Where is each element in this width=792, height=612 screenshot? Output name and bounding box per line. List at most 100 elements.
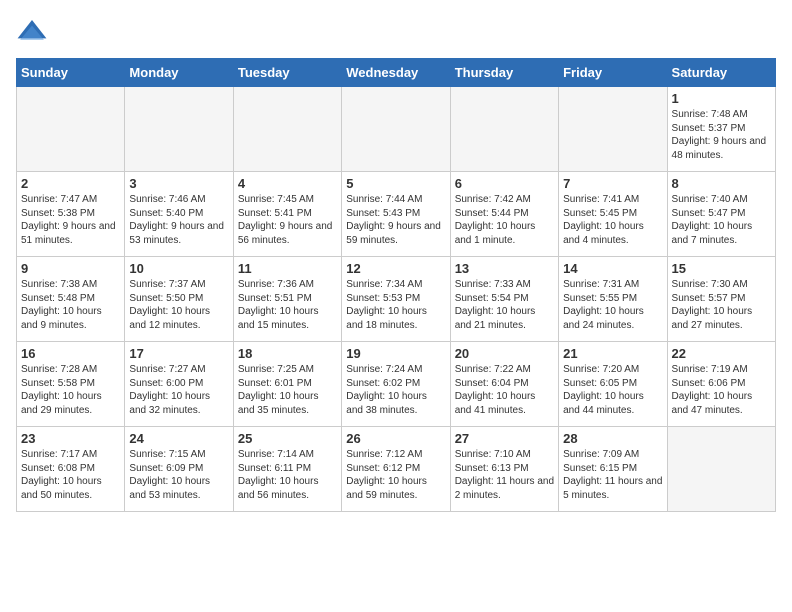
day-number: 27 bbox=[455, 431, 554, 446]
day-info: Sunrise: 7:14 AM Sunset: 6:11 PM Dayligh… bbox=[238, 448, 337, 502]
calendar-cell bbox=[559, 87, 667, 172]
day-number: 3 bbox=[129, 176, 228, 191]
calendar-cell: 21 Sunrise: 7:20 AM Sunset: 6:05 PM Dayli… bbox=[559, 342, 667, 427]
day-number: 11 bbox=[238, 261, 337, 276]
calendar-body: 1 Sunrise: 7:48 AM Sunset: 5:37 PM Daylig… bbox=[17, 87, 776, 512]
calendar-cell: 27 Sunrise: 7:10 AM Sunset: 6:13 PM Dayli… bbox=[450, 427, 558, 512]
calendar-cell bbox=[17, 87, 125, 172]
calendar-cell: 4 Sunrise: 7:45 AM Sunset: 5:41 PM Daylig… bbox=[233, 172, 341, 257]
calendar-cell: 22Sunrise: 7:19 AM Sunset: 6:06 PM Dayli… bbox=[667, 342, 775, 427]
week-row-4: 16 Sunrise: 7:28 AM Sunset: 5:58 PM Dayli… bbox=[17, 342, 776, 427]
day-info: Sunrise: 7:34 AM Sunset: 5:53 PM Dayligh… bbox=[346, 278, 445, 332]
logo bbox=[16, 16, 52, 48]
day-info: Sunrise: 7:48 AM Sunset: 5:37 PM Dayligh… bbox=[672, 108, 771, 162]
week-row-1: 1 Sunrise: 7:48 AM Sunset: 5:37 PM Daylig… bbox=[17, 87, 776, 172]
day-number: 16 bbox=[21, 346, 120, 361]
calendar-cell: 18 Sunrise: 7:25 AM Sunset: 6:01 PM Dayli… bbox=[233, 342, 341, 427]
calendar-cell: 15 Sunrise: 7:30 AM Sunset: 5:57 PM Dayli… bbox=[667, 257, 775, 342]
day-number: 10 bbox=[129, 261, 228, 276]
day-info: Sunrise: 7:36 AM Sunset: 5:51 PM Dayligh… bbox=[238, 278, 337, 332]
day-number: 12 bbox=[346, 261, 445, 276]
day-header-row: SundayMondayTuesdayWednesdayThursdayFrid… bbox=[17, 59, 776, 87]
day-info: Sunrise: 7:24 AM Sunset: 6:02 PM Dayligh… bbox=[346, 363, 445, 417]
week-row-2: 2Sunrise: 7:47 AM Sunset: 5:38 PM Daylig… bbox=[17, 172, 776, 257]
day-of-week-saturday: Saturday bbox=[667, 59, 775, 87]
day-info: Sunrise: 7:28 AM Sunset: 5:58 PM Dayligh… bbox=[21, 363, 120, 417]
day-info: Sunrise: 7:09 AM Sunset: 6:15 PM Dayligh… bbox=[563, 448, 662, 502]
day-info: Sunrise: 7:20 AM Sunset: 6:05 PM Dayligh… bbox=[563, 363, 662, 417]
day-info: Sunrise: 7:45 AM Sunset: 5:41 PM Dayligh… bbox=[238, 193, 337, 247]
day-info: Sunrise: 7:37 AM Sunset: 5:50 PM Dayligh… bbox=[129, 278, 228, 332]
day-number: 18 bbox=[238, 346, 337, 361]
day-number: 28 bbox=[563, 431, 662, 446]
day-info: Sunrise: 7:38 AM Sunset: 5:48 PM Dayligh… bbox=[21, 278, 120, 332]
day-number: 21 bbox=[563, 346, 662, 361]
calendar-cell: 6 Sunrise: 7:42 AM Sunset: 5:44 PM Daylig… bbox=[450, 172, 558, 257]
day-info: Sunrise: 7:42 AM Sunset: 5:44 PM Dayligh… bbox=[455, 193, 554, 247]
calendar-cell: 11 Sunrise: 7:36 AM Sunset: 5:51 PM Dayli… bbox=[233, 257, 341, 342]
calendar-cell: 17 Sunrise: 7:27 AM Sunset: 6:00 PM Dayli… bbox=[125, 342, 233, 427]
day-info: Sunrise: 7:12 AM Sunset: 6:12 PM Dayligh… bbox=[346, 448, 445, 502]
calendar: SundayMondayTuesdayWednesdayThursdayFrid… bbox=[16, 58, 776, 512]
calendar-cell bbox=[450, 87, 558, 172]
day-info: Sunrise: 7:33 AM Sunset: 5:54 PM Dayligh… bbox=[455, 278, 554, 332]
day-number: 7 bbox=[563, 176, 662, 191]
calendar-cell: 13 Sunrise: 7:33 AM Sunset: 5:54 PM Dayli… bbox=[450, 257, 558, 342]
day-of-week-sunday: Sunday bbox=[17, 59, 125, 87]
day-of-week-wednesday: Wednesday bbox=[342, 59, 450, 87]
day-number: 2 bbox=[21, 176, 120, 191]
calendar-cell bbox=[125, 87, 233, 172]
calendar-cell: 7 Sunrise: 7:41 AM Sunset: 5:45 PM Daylig… bbox=[559, 172, 667, 257]
day-info: Sunrise: 7:15 AM Sunset: 6:09 PM Dayligh… bbox=[129, 448, 228, 502]
calendar-cell: 8 Sunrise: 7:40 AM Sunset: 5:47 PM Daylig… bbox=[667, 172, 775, 257]
day-info: Sunrise: 7:27 AM Sunset: 6:00 PM Dayligh… bbox=[129, 363, 228, 417]
day-number: 20 bbox=[455, 346, 554, 361]
day-info: Sunrise: 7:25 AM Sunset: 6:01 PM Dayligh… bbox=[238, 363, 337, 417]
day-of-week-thursday: Thursday bbox=[450, 59, 558, 87]
day-number: 4 bbox=[238, 176, 337, 191]
day-number: 17 bbox=[129, 346, 228, 361]
day-number: 6 bbox=[455, 176, 554, 191]
day-info: Sunrise: 7:10 AM Sunset: 6:13 PM Dayligh… bbox=[455, 448, 554, 502]
day-info: Sunrise: 7:17 AM Sunset: 6:08 PM Dayligh… bbox=[21, 448, 120, 502]
day-of-week-friday: Friday bbox=[559, 59, 667, 87]
day-info: Sunrise: 7:31 AM Sunset: 5:55 PM Dayligh… bbox=[563, 278, 662, 332]
day-of-week-tuesday: Tuesday bbox=[233, 59, 341, 87]
calendar-cell: 25 Sunrise: 7:14 AM Sunset: 6:11 PM Dayli… bbox=[233, 427, 341, 512]
day-number: 8 bbox=[672, 176, 771, 191]
day-number: 5 bbox=[346, 176, 445, 191]
day-info: Sunrise: 7:44 AM Sunset: 5:43 PM Dayligh… bbox=[346, 193, 445, 247]
day-number: 25 bbox=[238, 431, 337, 446]
calendar-cell: 23 Sunrise: 7:17 AM Sunset: 6:08 PM Dayli… bbox=[17, 427, 125, 512]
header bbox=[16, 16, 776, 48]
day-number: 23 bbox=[21, 431, 120, 446]
day-number: 19 bbox=[346, 346, 445, 361]
calendar-cell: 10 Sunrise: 7:37 AM Sunset: 5:50 PM Dayli… bbox=[125, 257, 233, 342]
day-number: 26 bbox=[346, 431, 445, 446]
day-info: Sunrise: 7:40 AM Sunset: 5:47 PM Dayligh… bbox=[672, 193, 771, 247]
calendar-cell: 12 Sunrise: 7:34 AM Sunset: 5:53 PM Dayli… bbox=[342, 257, 450, 342]
calendar-cell: 9 Sunrise: 7:38 AM Sunset: 5:48 PM Daylig… bbox=[17, 257, 125, 342]
day-number: 13 bbox=[455, 261, 554, 276]
calendar-cell: 5 Sunrise: 7:44 AM Sunset: 5:43 PM Daylig… bbox=[342, 172, 450, 257]
day-info: Sunrise: 7:46 AM Sunset: 5:40 PM Dayligh… bbox=[129, 193, 228, 247]
day-number: 22 bbox=[672, 346, 771, 361]
calendar-cell bbox=[233, 87, 341, 172]
calendar-cell: 19 Sunrise: 7:24 AM Sunset: 6:02 PM Dayli… bbox=[342, 342, 450, 427]
calendar-cell: 20 Sunrise: 7:22 AM Sunset: 6:04 PM Dayli… bbox=[450, 342, 558, 427]
calendar-cell: 16 Sunrise: 7:28 AM Sunset: 5:58 PM Dayli… bbox=[17, 342, 125, 427]
logo-icon bbox=[16, 16, 48, 48]
day-number: 9 bbox=[21, 261, 120, 276]
calendar-cell: 3 Sunrise: 7:46 AM Sunset: 5:40 PM Daylig… bbox=[125, 172, 233, 257]
calendar-cell: 1 Sunrise: 7:48 AM Sunset: 5:37 PM Daylig… bbox=[667, 87, 775, 172]
day-number: 1 bbox=[672, 91, 771, 106]
calendar-header: SundayMondayTuesdayWednesdayThursdayFrid… bbox=[17, 59, 776, 87]
day-info: Sunrise: 7:30 AM Sunset: 5:57 PM Dayligh… bbox=[672, 278, 771, 332]
day-number: 15 bbox=[672, 261, 771, 276]
week-row-5: 23 Sunrise: 7:17 AM Sunset: 6:08 PM Dayli… bbox=[17, 427, 776, 512]
calendar-cell: 14Sunrise: 7:31 AM Sunset: 5:55 PM Dayli… bbox=[559, 257, 667, 342]
day-info: Sunrise: 7:41 AM Sunset: 5:45 PM Dayligh… bbox=[563, 193, 662, 247]
day-info: Sunrise: 7:22 AM Sunset: 6:04 PM Dayligh… bbox=[455, 363, 554, 417]
day-of-week-monday: Monday bbox=[125, 59, 233, 87]
calendar-cell: 28 Sunrise: 7:09 AM Sunset: 6:15 PM Dayli… bbox=[559, 427, 667, 512]
